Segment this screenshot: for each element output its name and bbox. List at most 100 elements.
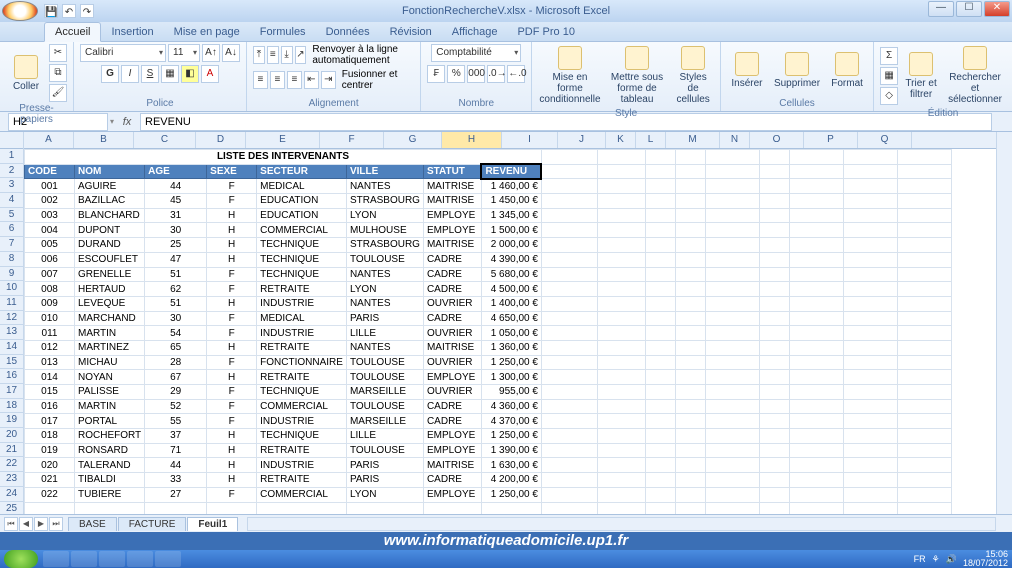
cell[interactable] [597,208,645,223]
cell[interactable] [645,311,675,326]
cell[interactable]: INDUSTRIE [257,296,347,311]
cell[interactable]: AGUIRE [75,179,145,194]
taskbar-ie-icon[interactable] [127,551,153,567]
cell[interactable]: 4 370,00 € [481,414,541,429]
cell[interactable] [645,179,675,194]
cell[interactable] [843,267,897,282]
align-top-icon[interactable]: ⤒ [253,46,265,64]
cell[interactable] [705,429,759,444]
dec-decimal-icon[interactable]: ←.0 [507,65,525,83]
cell[interactable] [843,194,897,209]
cell[interactable] [843,311,897,326]
cell[interactable] [789,473,843,488]
cell[interactable]: H [207,238,257,253]
cell[interactable]: 1 460,00 € [481,179,541,194]
col-header-C[interactable]: C [134,132,196,148]
row-header-5[interactable]: 5 [0,208,23,223]
cell[interactable] [759,223,789,238]
cell[interactable]: F [207,399,257,414]
cell[interactable] [675,311,705,326]
cell[interactable] [789,194,843,209]
cell[interactable] [843,296,897,311]
cell[interactable]: F [207,311,257,326]
cell[interactable]: 1 250,00 € [481,429,541,444]
sheet-tab-feuil1[interactable]: Feuil1 [187,517,238,531]
font-color-button[interactable]: A [201,65,219,83]
inc-decimal-icon[interactable]: .0→ [487,65,505,83]
cell[interactable] [705,194,759,209]
cell[interactable] [645,150,675,165]
cell[interactable]: LYON [346,208,423,223]
cell[interactable] [541,194,597,209]
cell[interactable]: TOULOUSE [346,399,423,414]
cell[interactable]: OUVRIER [423,326,481,341]
cell[interactable] [789,311,843,326]
cell[interactable] [541,282,597,297]
cell[interactable] [705,267,759,282]
cell[interactable] [597,223,645,238]
cell[interactable] [759,487,789,502]
row-header-19[interactable]: 19 [0,413,23,428]
cell[interactable] [843,150,897,165]
cell[interactable]: 28 [145,355,207,370]
cell[interactable]: EMPLOYE [423,429,481,444]
cell[interactable]: INDUSTRIE [257,458,347,473]
cell[interactable] [705,340,759,355]
row-header-23[interactable]: 23 [0,472,23,487]
cell[interactable]: 006 [25,252,75,267]
cell[interactable] [759,429,789,444]
cell[interactable] [843,502,897,514]
cell[interactable]: 65 [145,340,207,355]
sheet-nav-prev-icon[interactable]: ◀ [19,517,33,531]
cell[interactable] [675,238,705,253]
cell[interactable]: 44 [145,179,207,194]
col-header-K[interactable]: K [606,132,636,148]
cell[interactable]: TOULOUSE [346,370,423,385]
cell[interactable]: LYON [346,282,423,297]
cell[interactable]: PORTAL [75,414,145,429]
cell[interactable] [897,223,951,238]
cell[interactable]: NOYAN [75,370,145,385]
cell[interactable] [645,502,675,514]
cell[interactable]: TOULOUSE [346,355,423,370]
cell[interactable] [843,223,897,238]
cell[interactable] [675,150,705,165]
cell[interactable]: 54 [145,326,207,341]
header-cell[interactable]: NOM [75,164,145,179]
cell[interactable] [597,355,645,370]
tab-révision[interactable]: Révision [380,23,442,41]
cell[interactable]: 022 [25,487,75,502]
tab-insertion[interactable]: Insertion [101,23,163,41]
row-header-11[interactable]: 11 [0,296,23,311]
cell[interactable] [843,443,897,458]
cell[interactable] [843,252,897,267]
row-header-14[interactable]: 14 [0,340,23,355]
cell[interactable] [789,340,843,355]
col-header-L[interactable]: L [636,132,666,148]
cell[interactable] [541,399,597,414]
cell[interactable]: 1 345,00 € [481,208,541,223]
cell[interactable]: H [207,370,257,385]
cell[interactable]: RETRAITE [257,443,347,458]
format-painter-icon[interactable]: 🖌 [49,84,67,102]
cell[interactable] [789,370,843,385]
cell[interactable] [897,429,951,444]
cell[interactable]: MICHAU [75,355,145,370]
cell[interactable] [705,443,759,458]
cell[interactable] [645,282,675,297]
cell[interactable] [705,252,759,267]
cell[interactable] [675,473,705,488]
align-middle-icon[interactable]: ≡ [267,46,279,64]
tab-formules[interactable]: Formules [250,23,316,41]
tray-lang[interactable]: FR [914,554,926,564]
align-right-icon[interactable]: ≡ [287,71,302,89]
cell[interactable]: MAITRISE [423,194,481,209]
cell[interactable] [645,296,675,311]
row-header-24[interactable]: 24 [0,487,23,502]
cell[interactable] [759,311,789,326]
cell[interactable]: DUPONT [75,223,145,238]
cell[interactable] [705,370,759,385]
header-cell[interactable]: AGE [145,164,207,179]
cell[interactable] [541,326,597,341]
cell[interactable]: H [207,458,257,473]
